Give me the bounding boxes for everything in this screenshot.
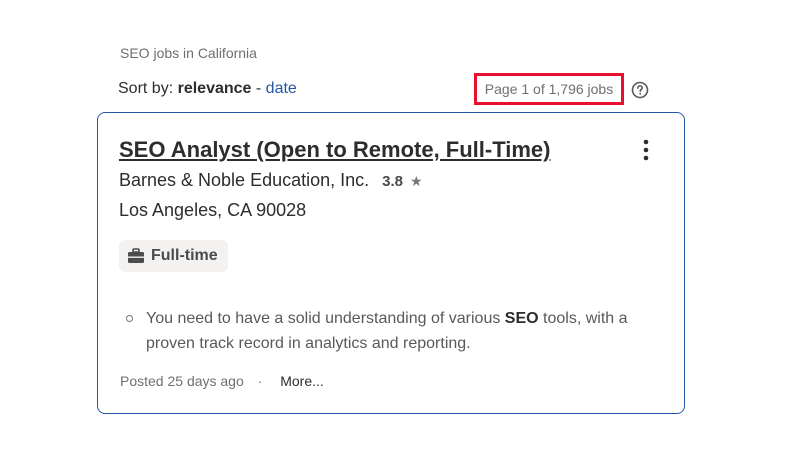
search-heading: SEO jobs in California: [120, 45, 257, 61]
sort-label: Sort by:: [118, 80, 174, 97]
job-type-label: Full-time: [151, 247, 218, 264]
star-icon: ★: [410, 173, 423, 189]
sort-date-link[interactable]: date: [266, 80, 297, 97]
briefcase-icon: [128, 248, 144, 263]
footer-separator: ·: [257, 373, 263, 389]
question-circle-icon[interactable]: [631, 81, 649, 99]
sort-relevance: relevance: [177, 80, 252, 97]
snippet-item: You need to have a solid understanding o…: [126, 306, 654, 356]
job-footer: Posted 25 days ago · More...: [120, 373, 324, 389]
company-rating: 3.8: [382, 173, 404, 190]
company-name[interactable]: Barnes & Noble Education, Inc.: [119, 170, 369, 190]
more-link[interactable]: More...: [280, 373, 324, 389]
posted-date: Posted 25 days ago: [120, 373, 244, 389]
job-card[interactable]: SEO Analyst (Open to Remote, Full-Time) …: [97, 112, 685, 414]
job-title-link[interactable]: SEO Analyst (Open to Remote, Full-Time): [119, 137, 551, 163]
company-line: Barnes & Noble Education, Inc. 3.8 ★: [119, 170, 423, 191]
sort-controls: Sort by: relevance - date: [118, 80, 297, 98]
page-count: Page 1 of 1,796 jobs: [474, 73, 624, 105]
job-location: Los Angeles, CA 90028: [119, 200, 307, 220]
more-options-icon[interactable]: [636, 138, 656, 164]
sort-separator: -: [255, 80, 262, 97]
job-type-badge: Full-time: [119, 240, 228, 272]
job-snippet: You need to have a solid understanding o…: [124, 306, 654, 356]
